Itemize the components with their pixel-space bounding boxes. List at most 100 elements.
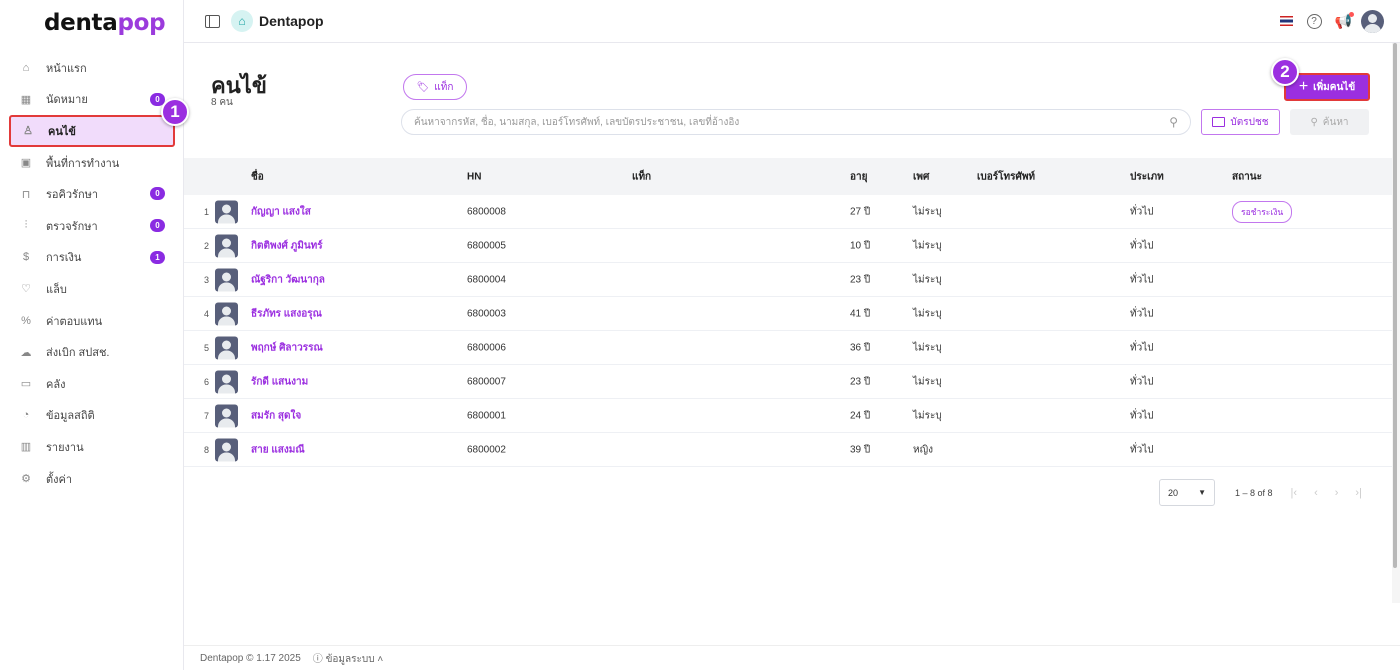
sidebar-item-label: ส่งเบิก สปสช. (46, 347, 110, 360)
table-row[interactable]: 2 กิตติพงศ์ ภูมินทร์ 6800005 10 ปี ไม่ระ… (184, 229, 1392, 263)
settings-icon: ⚙ (21, 473, 31, 486)
patient-name-link[interactable]: กัญญา แสงใส (251, 204, 311, 219)
sidebar-item-label: ข้อมูลสถิติ (46, 410, 95, 423)
patient-name-link[interactable]: ธีรภัทร แสงอรุณ (251, 306, 322, 321)
patient-name-link[interactable]: สมรัก สุดใจ (251, 408, 301, 423)
patient-sex: ไม่ระบุ (913, 410, 942, 421)
header-age[interactable]: อายุ (850, 169, 867, 184)
scrollbar[interactable] (1392, 43, 1400, 603)
prev-page-icon[interactable]: ‹ (1314, 487, 1318, 499)
sidebar-item-label: รายงาน (46, 441, 84, 454)
calendar-icon: ▦ (20, 93, 32, 106)
patient-sex: ไม่ระบุ (913, 206, 942, 217)
header-status[interactable]: สถานะ (1232, 169, 1262, 184)
count-badge: 0 (150, 187, 165, 201)
sidebar-item-1[interactable]: ▦ นัดหมาย 0 (9, 84, 175, 116)
table-row[interactable]: 7 สมรัก สุดใจ 6800001 24 ปี ไม่ระบุ ทั่ว… (184, 399, 1392, 433)
header-type[interactable]: ประเภท (1130, 169, 1164, 184)
last-page-icon[interactable]: ›| (1355, 487, 1362, 499)
sidebar-item-3[interactable]: ▣ พื้นที่การทำงาน (9, 147, 175, 179)
sidebar-item-12[interactable]: ▥ รายงาน (9, 431, 175, 463)
tag-filter-button[interactable]: 🏷 แท็ก (403, 74, 467, 100)
sidebar-item-0[interactable]: ⌂ หน้าแรก (9, 52, 175, 84)
count-badge: 1 (150, 250, 165, 264)
table-row[interactable]: 4 ธีรภัทร แสงอรุณ 6800003 41 ปี ไม่ระบุ … (184, 297, 1392, 331)
clinic-logo-icon: ⌂ (231, 10, 253, 32)
topbar: ⌂ Dentapop ? 📢 (184, 0, 1400, 43)
header-tag[interactable]: แท็ก (632, 169, 651, 184)
page-range: 1 – 8 of 8 (1235, 487, 1273, 498)
sidebar-item-label: หน้าแรก (46, 62, 87, 75)
header-name[interactable]: ชื่อ (251, 169, 264, 184)
next-page-icon[interactable]: › (1335, 487, 1339, 499)
sidebar-item-7[interactable]: ♡ แล็บ (9, 273, 175, 305)
help-icon[interactable]: ? (1306, 13, 1322, 29)
first-page-icon[interactable]: |‹ (1291, 487, 1298, 499)
patient-sex: ไม่ระบุ (913, 342, 942, 353)
patient-name-link[interactable]: รักดี แสนงาม (251, 374, 308, 389)
patient-name-link[interactable]: ณัฐริกา วัฒนากุล (251, 272, 325, 287)
patient-hn: 6800005 (467, 240, 506, 251)
sidebar-item-11[interactable]: ◔ ข้อมูลสถิติ (9, 400, 175, 432)
sidebar-item-8[interactable]: % ค่าตอบแทน (9, 305, 175, 337)
page-size-select[interactable]: 20 ▼ (1159, 479, 1215, 506)
step-marker-1: 1 (161, 98, 189, 126)
header-hn[interactable]: HN (467, 171, 481, 182)
patient-name-link[interactable]: สาย แสงมณี (251, 442, 305, 457)
patient-type: ทั่วไป (1130, 410, 1154, 421)
sidebar-item-6[interactable]: $ การเงิน 1 (9, 242, 175, 274)
id-card-button[interactable]: บัตรปชช (1201, 109, 1280, 135)
patient-name-link[interactable]: พฤกษ์ ศิลาวรรณ (251, 340, 323, 355)
table-row[interactable]: 1 กัญญา แสงใส 6800008 27 ปี ไม่ระบุ ทั่ว… (184, 195, 1392, 229)
patient-sex: ไม่ระบุ (913, 376, 942, 387)
table-row[interactable]: 3 ณัฐริกา วัฒนากุล 6800004 23 ปี ไม่ระบุ… (184, 263, 1392, 297)
sidebar-item-label: ตรวจรักษา (46, 220, 98, 233)
row-index: 8 (204, 444, 210, 455)
table-row[interactable]: 8 สาย แสงมณี 6800002 39 ปี หญิง ทั่วไป (184, 433, 1392, 467)
system-info-link[interactable]: ⓘ ข้อมูลระบบ ˄ (313, 650, 383, 667)
patients-table: ชื่อ HN แท็ก อายุ เพศ เบอร์โทรศัพท์ ประเ… (184, 158, 1392, 467)
copyright: Dentapop © 1.17 2025 (200, 652, 301, 664)
logo[interactable]: dentapop (44, 10, 166, 36)
table-row[interactable]: 6 รักดี แสนงาม 6800007 23 ปี ไม่ระบุ ทั่… (184, 365, 1392, 399)
table-row[interactable]: 5 พฤกษ์ ศิลาวรรณ 6800006 36 ปี ไม่ระบุ ท… (184, 331, 1392, 365)
patient-type: ทั่วไป (1130, 376, 1154, 387)
header-sex[interactable]: เพศ (913, 169, 929, 184)
sidebar-item-9[interactable]: ☁ ส่งเบิก สปสช. (9, 336, 175, 368)
sidebar-item-5[interactable]: ⫶ ตรวจรักษา 0 (9, 210, 175, 242)
sidebar-item-label: ค่าตอบแทน (46, 315, 103, 328)
patient-avatar (215, 234, 238, 257)
sidebar-item-13[interactable]: ⚙ ตั้งค่า (9, 463, 175, 495)
patient-avatar (215, 336, 238, 359)
patient-hn: 6800003 (467, 308, 506, 319)
sidebar-toggle-icon[interactable] (205, 14, 220, 28)
row-index: 6 (204, 376, 210, 387)
patient-age: 24 ปี (850, 410, 871, 421)
sidebar-item-label: คลัง (46, 378, 66, 391)
patient-type: ทั่วไป (1130, 342, 1154, 353)
sidebar-item-2[interactable]: ♙ คนไข้ (9, 115, 175, 147)
announcement-icon[interactable]: 📢 (1335, 11, 1354, 30)
thai-flag-icon[interactable] (1279, 16, 1293, 26)
patient-type: ทั่วไป (1130, 206, 1154, 217)
tag-icon: 🏷 (416, 81, 430, 93)
avatar[interactable] (1361, 9, 1384, 33)
tools-icon: ⫶ (24, 219, 28, 232)
patient-type: ทั่วไป (1130, 240, 1154, 251)
search-button-label: ค้นหา (1322, 116, 1349, 128)
search-input[interactable]: ค้นหาจากรหัส, ชื่อ, นามสกุล, เบอร์โทรศัพ… (401, 109, 1191, 135)
home-icon: ⌂ (22, 61, 30, 74)
sidebar-item-10[interactable]: ▭ คลัง (9, 368, 175, 400)
search-icon[interactable]: ⚲ (1169, 115, 1178, 129)
system-info-label: ข้อมูลระบบ (325, 653, 375, 665)
patient-name-link[interactable]: กิตติพงศ์ ภูมินทร์ (251, 238, 323, 253)
header-phone[interactable]: เบอร์โทรศัพท์ (977, 169, 1035, 184)
status-badge[interactable]: รอชำระเงิน (1232, 200, 1293, 223)
patient-type: ทั่วไป (1130, 444, 1154, 455)
search-button[interactable]: ⚲ ค้นหา (1290, 109, 1369, 135)
sidebar-item-4[interactable]: ⊓ รอคิวรักษา 0 (9, 178, 175, 210)
row-index: 2 (204, 240, 210, 251)
row-index: 7 (204, 410, 210, 421)
sidebar: dentapop ⌂ หน้าแรก ▦ นัดหมาย 0 ♙ คนไข้ ▣ พื้นที่… (0, 0, 184, 670)
pagination: 20 ▼ 1 – 8 of 8 |‹ ‹ › ›| (1159, 479, 1362, 506)
